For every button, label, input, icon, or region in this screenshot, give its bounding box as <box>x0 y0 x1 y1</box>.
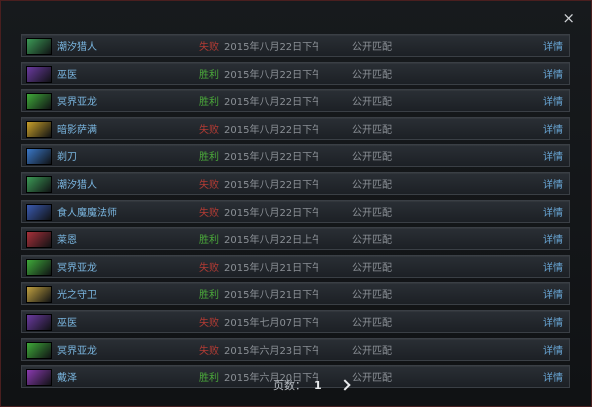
match-row[interactable]: 冥界亚龙 胜利 2015年八月22日下午9: 公开匹配 详情 <box>21 89 570 113</box>
game-mode: 公开匹配 <box>352 235 392 247</box>
match-date: 2015年八月22日上午1: <box>224 235 318 247</box>
match-history-panel: × 潮汐猎人失败2015年八月22日下午1公开匹配详情巫医胜利2015年八月22… <box>0 0 592 407</box>
hero-portrait-icon <box>26 313 52 331</box>
page-number: 1 <box>314 378 322 392</box>
match-date: 2015年八月21日下午1( <box>224 290 318 302</box>
match-result: 胜利 <box>199 235 219 247</box>
hero-name: 潮汐猎人 <box>57 179 97 191</box>
hero-name: 巫医 <box>57 317 77 329</box>
page-label: 页数： <box>273 379 306 392</box>
match-result: 失败 <box>199 207 219 219</box>
match-row[interactable]: 巫医 失败 2015年七月07日下午1( 公开匹配 详情 <box>21 309 570 333</box>
details-link[interactable]: 详情 <box>543 342 563 357</box>
match-row[interactable]: 冥界亚龙 失败 2015年六月23日下午1( 公开匹配 详情 <box>21 337 570 361</box>
match-result: 胜利 <box>199 290 219 302</box>
match-result: 胜利 <box>199 152 219 164</box>
hero-name: 剃刀 <box>57 152 77 164</box>
match-date: 2015年八月21日下午1 <box>224 262 318 274</box>
match-row[interactable]: 潮汐猎人 失败 2015年八月22日下午3: 公开匹配 详情 <box>21 171 570 195</box>
game-mode: 公开匹配 <box>352 317 392 329</box>
hero-portrait-icon <box>26 148 52 166</box>
hero-name: 莱恩 <box>57 235 77 247</box>
hero-name: 戴泽 <box>57 373 77 385</box>
match-date: 2015年八月22日下午1( <box>224 69 318 81</box>
hero-portrait-icon <box>26 38 52 55</box>
match-date: 2015年八月22日下午3: <box>224 207 318 219</box>
match-date: 2015年八月22日下午1 <box>224 42 318 53</box>
hero-name: 食人魔魔法师 <box>57 207 117 219</box>
hero-portrait-icon <box>26 369 52 387</box>
match-result: 失败 <box>199 317 219 329</box>
hero-portrait-icon <box>26 203 52 221</box>
game-mode: 公开匹配 <box>352 207 392 219</box>
game-mode: 公开匹配 <box>352 69 392 81</box>
hero-portrait-icon <box>26 120 52 138</box>
game-mode: 公开匹配 <box>352 373 392 385</box>
game-mode: 公开匹配 <box>352 262 392 274</box>
match-result: 失败 <box>199 179 219 191</box>
details-link[interactable]: 详情 <box>543 231 563 246</box>
hero-portrait-icon <box>26 286 52 304</box>
game-mode: 公开匹配 <box>352 42 392 53</box>
game-mode: 公开匹配 <box>352 179 392 191</box>
match-result: 胜利 <box>199 97 219 109</box>
details-link[interactable]: 详情 <box>543 38 563 53</box>
details-link[interactable]: 详情 <box>543 176 563 191</box>
pagination: 页数： 1 <box>273 377 350 393</box>
hero-name: 暗影萨满 <box>57 124 97 136</box>
details-link[interactable]: 详情 <box>543 314 563 329</box>
game-mode: 公开匹配 <box>352 152 392 164</box>
hero-name: 巫医 <box>57 69 77 81</box>
match-row[interactable]: 光之守卫 胜利 2015年八月21日下午1( 公开匹配 详情 <box>21 282 570 306</box>
match-row[interactable]: 冥界亚龙 失败 2015年八月21日下午1 公开匹配 详情 <box>21 254 570 278</box>
match-result: 失败 <box>199 124 219 136</box>
hero-portrait-icon <box>26 258 52 276</box>
hero-name: 光之守卫 <box>57 290 97 302</box>
match-result: 失败 <box>199 42 219 53</box>
match-row[interactable]: 食人魔魔法师 失败 2015年八月22日下午3: 公开匹配 详情 <box>21 199 570 223</box>
hero-name: 冥界亚龙 <box>57 262 97 274</box>
game-mode: 公开匹配 <box>352 290 392 302</box>
match-row[interactable]: 莱恩 胜利 2015年八月22日上午1: 公开匹配 详情 <box>21 227 570 251</box>
match-result: 胜利 <box>199 69 219 81</box>
details-link[interactable]: 详情 <box>543 93 563 108</box>
match-date: 2015年六月23日下午1( <box>224 345 318 357</box>
details-link[interactable]: 详情 <box>543 204 563 219</box>
match-result: 失败 <box>199 345 219 357</box>
hero-name: 冥界亚龙 <box>57 97 97 109</box>
game-mode: 公开匹配 <box>352 124 392 136</box>
game-mode: 公开匹配 <box>352 345 392 357</box>
hero-portrait-icon <box>26 231 52 249</box>
hero-name: 潮汐猎人 <box>57 42 97 53</box>
match-result: 胜利 <box>199 373 219 385</box>
hero-portrait-icon <box>26 341 52 359</box>
hero-portrait-icon <box>26 175 52 193</box>
match-row[interactable]: 潮汐猎人 失败 2015年八月22日下午1 公开匹配 详情 <box>21 34 570 57</box>
hero-name: 冥界亚龙 <box>57 345 97 357</box>
details-link[interactable]: 详情 <box>543 259 563 274</box>
next-page-icon[interactable] <box>340 380 350 390</box>
match-result: 失败 <box>199 262 219 274</box>
match-list: 潮汐猎人失败2015年八月22日下午1公开匹配详情巫医胜利2015年八月22日下… <box>21 34 570 393</box>
match-date: 2015年八月22日下午9: <box>224 97 318 109</box>
match-date: 2015年七月07日下午1( <box>224 317 318 329</box>
match-row[interactable]: 剃刀 胜利 2015年八月22日下午4: 公开匹配 详情 <box>21 144 570 168</box>
hero-portrait-icon <box>26 65 52 83</box>
details-link[interactable]: 详情 <box>543 369 563 384</box>
hero-portrait-icon <box>26 93 52 111</box>
game-mode: 公开匹配 <box>352 97 392 109</box>
details-link[interactable]: 详情 <box>543 121 563 136</box>
close-icon[interactable]: × <box>562 11 575 26</box>
match-row[interactable]: 巫医 胜利 2015年八月22日下午1( 公开匹配 详情 <box>21 61 570 85</box>
match-date: 2015年八月22日下午8: <box>224 124 318 136</box>
match-date: 2015年八月22日下午4: <box>224 152 318 164</box>
details-link[interactable]: 详情 <box>543 148 563 163</box>
match-row[interactable]: 暗影萨满 失败 2015年八月22日下午8: 公开匹配 详情 <box>21 116 570 140</box>
match-date: 2015年八月22日下午3: <box>224 179 318 191</box>
details-link[interactable]: 详情 <box>543 66 563 81</box>
details-link[interactable]: 详情 <box>543 286 563 301</box>
